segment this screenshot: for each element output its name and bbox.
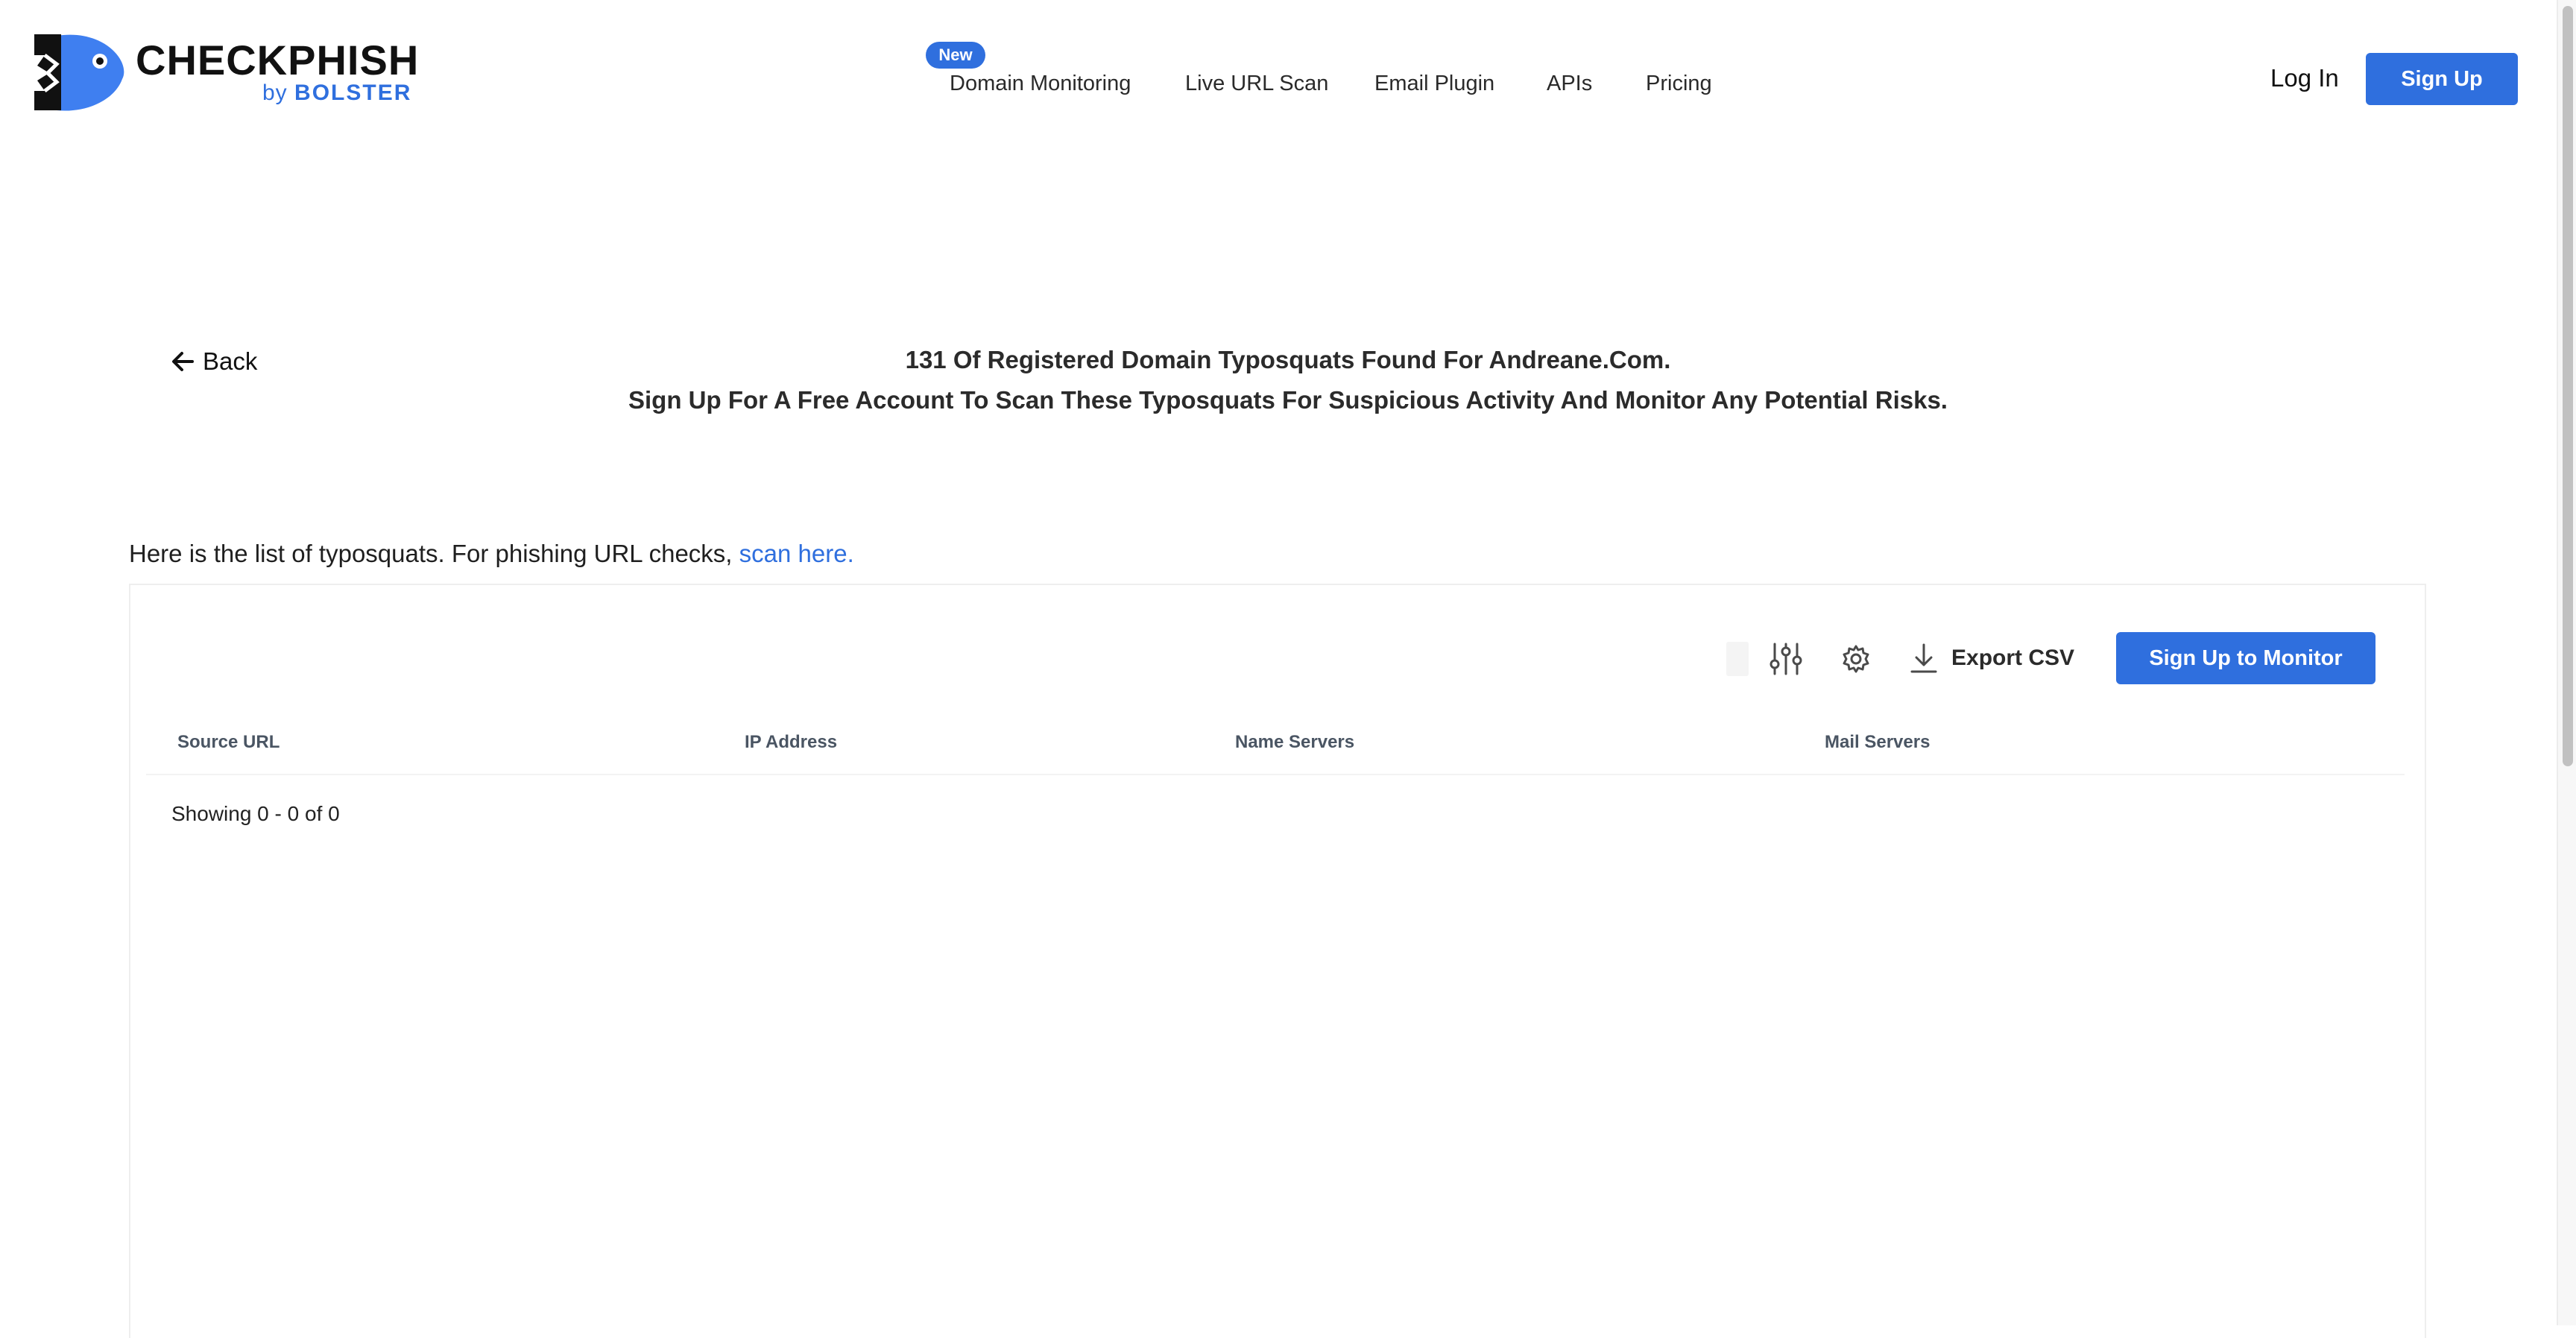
pagination-summary: Showing 0 - 0 of 0 — [171, 802, 340, 825]
signup-button[interactable]: Sign Up — [2366, 53, 2518, 105]
new-badge: New — [926, 42, 985, 69]
sliders-icon[interactable] — [1768, 642, 1804, 676]
login-link[interactable]: Log In — [2270, 64, 2339, 92]
brand-by-company: BOLSTER — [294, 81, 412, 105]
typosquat-table-card — [129, 584, 2426, 1338]
nav-pricing[interactable]: Pricing — [1646, 72, 1712, 96]
download-icon — [1910, 643, 1937, 673]
nav-domain-monitoring[interactable]: Domain Monitoring — [950, 72, 1131, 96]
export-csv-label: Export CSV — [1951, 646, 2075, 670]
gear-icon[interactable] — [1841, 644, 1871, 674]
toolbar-placeholder — [1726, 642, 1749, 676]
table-header-divider — [146, 774, 2405, 775]
signup-prompt: Sign Up For A Free Account To Scan These… — [628, 386, 1948, 414]
checkphish-logo[interactable]: CHECKPHISH by BOLSTER — [34, 33, 418, 113]
intro-copy: Here is the list of typosquats. For phis… — [129, 540, 739, 567]
brand-name: CHECKPHISH — [136, 37, 420, 83]
scan-here-link[interactable]: scan here. — [739, 540, 854, 567]
column-header-name-servers[interactable]: Name Servers — [1235, 732, 1354, 753]
fish-logo-icon — [34, 34, 124, 111]
brand-by: by BOLSTER — [262, 81, 411, 106]
scrollbar-thumb[interactable] — [2563, 6, 2573, 766]
page-scrollbar[interactable] — [2557, 0, 2576, 1325]
nav-email-plugin[interactable]: Email Plugin — [1374, 72, 1494, 96]
brand-by-prefix: by — [262, 81, 288, 105]
nav-apis[interactable]: APIs — [1547, 72, 1592, 96]
signup-to-monitor-button[interactable]: Sign Up to Monitor — [2116, 632, 2375, 684]
results-headline: 131 Of Registered Domain Typosquats Foun… — [905, 346, 1671, 373]
column-header-mail-servers[interactable]: Mail Servers — [1825, 732, 1930, 753]
nav-live-url-scan[interactable]: Live URL Scan — [1185, 72, 1328, 96]
column-header-ip-address[interactable]: IP Address — [745, 732, 837, 753]
intro-text: Here is the list of typosquats. For phis… — [129, 540, 854, 568]
column-header-source-url[interactable]: Source URL — [177, 732, 280, 753]
